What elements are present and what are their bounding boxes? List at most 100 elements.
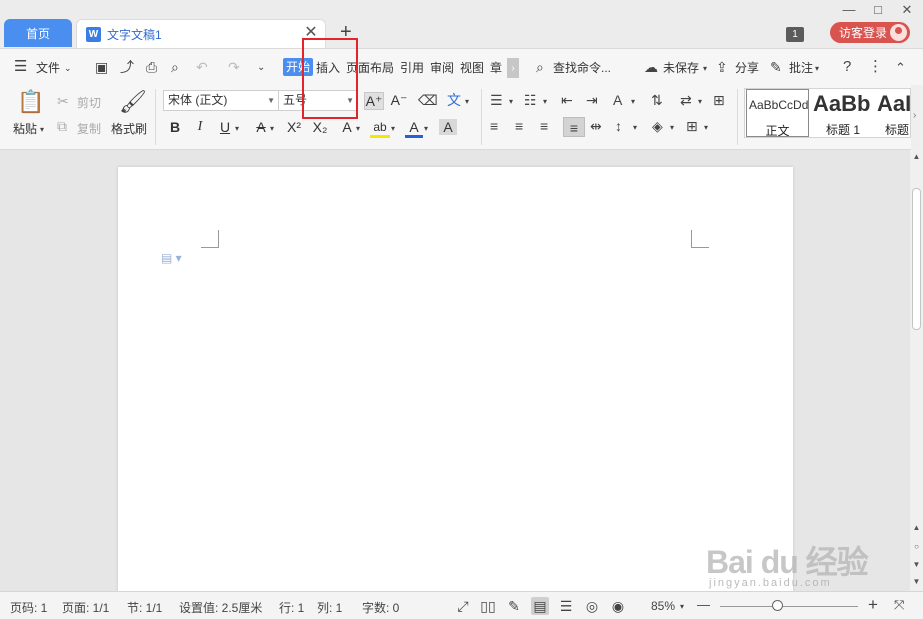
chevron-down-icon[interactable]: ▾: [356, 122, 360, 136]
chevron-down-icon[interactable]: ▾: [815, 62, 819, 76]
web-view-icon[interactable]: ◎: [583, 597, 601, 615]
chevron-down-icon[interactable]: ▾: [633, 121, 637, 135]
tab-document[interactable]: W 文字文稿1 ✕: [76, 19, 326, 48]
more-icon[interactable]: ⋮: [868, 59, 883, 74]
chevron-right-icon[interactable]: ›: [913, 110, 916, 121]
grow-font-button[interactable]: A⁺: [364, 92, 384, 110]
style-normal[interactable]: AaBbCcDd 正文: [746, 89, 809, 137]
text-direction-icon[interactable]: A: [613, 93, 622, 107]
line-break-icon[interactable]: ⇄: [680, 93, 692, 107]
line-spacing-icon[interactable]: ↕: [615, 119, 622, 133]
customize-icon[interactable]: ⌄: [257, 61, 265, 75]
italic-button[interactable]: I: [191, 119, 209, 135]
paragraph-layout-icon[interactable]: ▤ ▾: [161, 251, 182, 265]
zoom-slider-track[interactable]: [720, 606, 858, 607]
tab-home[interactable]: 首页: [4, 19, 72, 47]
undo-icon[interactable]: ↶: [196, 60, 208, 74]
chevron-down-icon[interactable]: ▾: [698, 95, 702, 109]
menu-reference[interactable]: 引用: [400, 61, 424, 75]
comment-button[interactable]: 批注: [789, 61, 813, 75]
page-view-icon[interactable]: ▤: [531, 597, 549, 615]
shading-icon[interactable]: ◈: [652, 119, 663, 133]
cut-button[interactable]: 剪切: [77, 94, 101, 111]
more-tabs-button[interactable]: ›: [507, 58, 519, 78]
subscript-button[interactable]: X₂: [309, 119, 331, 135]
align-center-icon[interactable]: ≡: [515, 119, 523, 133]
chevron-down-icon[interactable]: ⌄: [64, 61, 72, 75]
zoom-slider-knob[interactable]: [772, 600, 783, 611]
phonetic-guide-button[interactable]: 文: [445, 92, 463, 108]
increase-indent-icon[interactable]: ⇥: [586, 93, 598, 107]
eraser-icon[interactable]: ⌫: [418, 93, 438, 107]
chevron-down-icon[interactable]: ▾: [235, 122, 239, 136]
chevron-down-icon[interactable]: ▾: [270, 122, 274, 136]
minimize-icon[interactable]: —: [841, 2, 857, 17]
decrease-indent-icon[interactable]: ⇤: [561, 93, 573, 107]
style-heading[interactable]: AaI 标题: [877, 89, 910, 137]
status-pages[interactable]: 页面: 1/1: [62, 599, 109, 616]
numbered-list-icon[interactable]: ☷: [524, 93, 537, 107]
chevron-down-icon[interactable]: ▾: [543, 95, 547, 109]
hamburger-icon[interactable]: ☰: [14, 59, 27, 74]
document-area[interactable]: ▤ ▾: [0, 150, 910, 597]
search-command-input[interactable]: 查找命令...: [553, 61, 611, 75]
zoom-out-button[interactable]: —: [697, 597, 710, 612]
menu-view[interactable]: 视图: [460, 61, 484, 75]
font-color-button[interactable]: A: [405, 119, 423, 138]
format-painter-icon[interactable]: 🖌: [119, 91, 147, 113]
table-icon[interactable]: ⊞: [713, 93, 725, 107]
pen-icon[interactable]: ✎: [505, 597, 523, 615]
reading-mode-icon[interactable]: ▯▯: [479, 597, 497, 615]
print-icon[interactable]: ⎙: [146, 60, 157, 74]
align-left-icon[interactable]: ≡: [490, 119, 498, 133]
highlight-button[interactable]: ab: [370, 119, 390, 138]
align-right-icon[interactable]: ≡: [540, 119, 548, 133]
fullscreen-icon[interactable]: ⤢: [454, 597, 472, 615]
status-section[interactable]: 节: 1/1: [127, 599, 162, 616]
chevron-down-icon[interactable]: ▾: [40, 123, 44, 137]
zoom-level[interactable]: 85%: [651, 599, 675, 613]
save-icon[interactable]: ▣: [95, 60, 108, 74]
chevron-down-icon[interactable]: ▾: [631, 95, 635, 109]
menu-file[interactable]: 文件: [36, 61, 60, 75]
border-icon[interactable]: ⊞: [686, 119, 698, 133]
vertical-scrollbar[interactable]: ▲ ▲ ○ ▼ ▼: [910, 150, 923, 591]
bold-button[interactable]: B: [166, 119, 184, 135]
export-icon[interactable]: ⤴: [120, 60, 134, 74]
zoom-in-button[interactable]: +: [868, 595, 878, 615]
status-word-count[interactable]: 字数: 0: [362, 599, 399, 616]
strikethrough-button[interactable]: A: [252, 119, 270, 135]
paste-button[interactable]: 粘贴: [13, 120, 37, 137]
select-browse-icon[interactable]: ○: [910, 542, 923, 551]
scroll-thumb[interactable]: [912, 188, 921, 330]
status-page-number[interactable]: 页码: 1: [10, 599, 47, 616]
fit-page-icon[interactable]: ⤧: [894, 597, 904, 613]
maximize-icon[interactable]: □: [870, 2, 886, 17]
chevron-down-icon[interactable]: ▾: [465, 95, 469, 109]
scroll-up-icon[interactable]: ▲: [910, 523, 923, 532]
paste-icon[interactable]: 📋: [17, 91, 44, 113]
format-painter-button[interactable]: 格式刷: [111, 120, 147, 137]
document-page[interactable]: ▤ ▾: [118, 167, 793, 597]
chevron-down-icon[interactable]: ▾: [391, 122, 395, 136]
chevron-down-icon[interactable]: ▾: [424, 122, 428, 136]
sort-icon[interactable]: ⇅: [651, 93, 663, 107]
chevron-down-icon[interactable]: ▾: [703, 62, 707, 76]
chevron-down-icon[interactable]: ▾: [509, 95, 513, 109]
copy-button[interactable]: 复制: [77, 120, 101, 137]
chevron-down-icon[interactable]: ▾: [670, 121, 674, 135]
underline-button[interactable]: U: [216, 119, 234, 135]
help-icon[interactable]: ?: [843, 59, 851, 74]
menu-review[interactable]: 审阅: [430, 61, 454, 75]
window-count-badge[interactable]: 1: [786, 27, 804, 42]
scroll-down-icon[interactable]: ▼: [910, 560, 923, 569]
chevron-down-icon[interactable]: ▾: [680, 602, 684, 611]
style-heading-1[interactable]: AaBb 标题 1: [811, 89, 875, 137]
outline-view-icon[interactable]: ☰: [557, 597, 575, 615]
bullet-list-icon[interactable]: ☰: [490, 93, 503, 107]
shrink-font-button[interactable]: A⁻: [389, 92, 409, 108]
text-effect-button[interactable]: A: [338, 119, 356, 135]
ribbon-scroll[interactable]: ›: [911, 85, 923, 150]
scroll-down-icon[interactable]: ▼: [910, 577, 923, 586]
distributed-align-icon[interactable]: ⇹: [590, 119, 602, 133]
